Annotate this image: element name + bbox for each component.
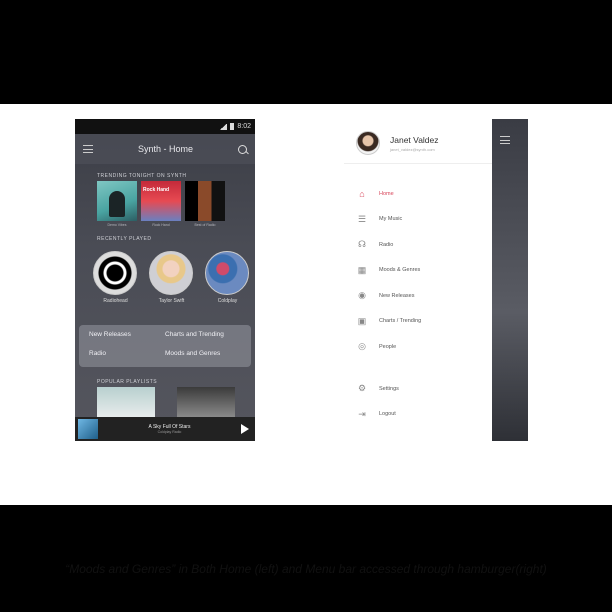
list-icon: ☰	[357, 213, 367, 224]
recently-played-label: RECENTLY PLAYED	[97, 236, 152, 242]
chart-icon: ▣	[357, 315, 367, 326]
status-time: 8:02	[237, 123, 251, 130]
menu-item-label: Settings	[379, 385, 399, 392]
home-nav-card: New Releases Charts and Trending Radio M…	[79, 325, 251, 367]
trending-carousel: Rock Hand	[97, 181, 225, 221]
gear-icon: ⚙	[357, 383, 367, 394]
trending-cover-2[interactable]: Rock Hand	[141, 181, 181, 221]
search-icon[interactable]	[238, 144, 247, 154]
artist-avatar	[93, 251, 137, 295]
dimmed-content[interactable]	[492, 119, 528, 441]
trending-caption: Best of Radio	[194, 223, 216, 227]
artist-name: Radiohead	[103, 298, 128, 304]
signal-icon	[219, 123, 228, 130]
menu-item-my-music[interactable]: ☰ My Music	[344, 207, 492, 233]
menu-item-label: Logout	[379, 411, 396, 418]
artist-item[interactable]: Radiohead	[93, 251, 138, 304]
popular-playlists-label: POPULAR PLAYLISTS	[97, 379, 158, 385]
menu-screen: Janet Valdez janet_valdez@synth.com ⌂ Hom…	[344, 119, 528, 441]
logout-icon: ⇥	[358, 408, 366, 419]
grid-icon: ▦	[357, 264, 367, 275]
slide: 8:02 Synth - Home TRENDING TONIGHT ON SY…	[0, 104, 612, 576]
trending-label: TRENDING TONIGHT ON SYNTH	[97, 173, 187, 179]
nav-drawer: Janet Valdez janet_valdez@synth.com ⌂ Hom…	[344, 119, 492, 441]
playlist-cover[interactable]	[177, 387, 235, 417]
home-screen: 8:02 Synth - Home TRENDING TONIGHT ON SY…	[75, 119, 255, 441]
popular-playlists	[97, 387, 235, 417]
drawer-bottom-menu: ⚙ Settings ⇥ Logout	[344, 376, 492, 427]
home-icon: ⌂	[359, 188, 365, 199]
playlist-cover[interactable]	[97, 387, 155, 417]
menu-item-moods-genres[interactable]: ▦ Moods & Genres	[344, 258, 492, 284]
menu-item-logout[interactable]: ⇥ Logout	[344, 402, 492, 428]
recent-artists: Radiohead Taylor Swift Coldplay	[93, 251, 250, 304]
now-playing-art	[78, 419, 98, 439]
menu-item-home[interactable]: ⌂ Home	[344, 181, 492, 207]
hamburger-menu-icon[interactable]	[83, 145, 93, 153]
trending-cover-3[interactable]	[185, 181, 225, 221]
trending-caption: Rock Hand	[152, 223, 170, 227]
artist-name: Coldplay	[217, 298, 238, 304]
menu-item-label: People	[379, 343, 397, 350]
artist-name: Taylor Swift	[158, 298, 185, 304]
nav-moods-genres[interactable]: Moods and Genres	[165, 350, 241, 361]
menu-item-new-releases[interactable]: ◉ New Releases	[344, 283, 492, 309]
artist-avatar	[205, 251, 249, 295]
battery-icon	[230, 123, 235, 130]
new-badge-icon: ◉	[358, 290, 366, 301]
menu-item-label: My Music	[379, 216, 403, 223]
menu-item-label: Radio	[379, 241, 394, 248]
menu-item-settings[interactable]: ⚙ Settings	[344, 376, 492, 402]
menu-item-charts-trending[interactable]: ▣ Charts / Trending	[344, 309, 492, 335]
trending-caption: Demo Vibes	[107, 223, 127, 227]
artist-avatar	[149, 251, 193, 295]
trending-captions: Demo Vibes Rock Hand Best of Radio	[97, 223, 225, 227]
menu-item-people[interactable]: ◎ People	[344, 334, 492, 360]
play-icon[interactable]	[241, 424, 249, 434]
menu-item-label: New Releases	[379, 292, 415, 299]
nav-charts-trending[interactable]: Charts and Trending	[165, 331, 241, 342]
user-name: Janet Valdez	[390, 134, 439, 145]
app-bar: Synth - Home	[75, 134, 255, 164]
drawer-menu: ⌂ Home ☰ My Music ☊ Radio ▦ Moods & Genres ◉ New …	[344, 181, 492, 360]
mini-player[interactable]: A Sky Full Of Stars Coldplay Radio	[75, 417, 255, 441]
hamburger-menu-icon[interactable]	[500, 136, 510, 144]
headphones-icon: ☊	[358, 239, 366, 250]
person-icon: ◎	[358, 341, 366, 352]
menu-item-label: Charts / Trending	[379, 318, 422, 325]
status-bar: 8:02	[75, 119, 255, 134]
nav-radio[interactable]: Radio	[89, 350, 165, 361]
app-title: Synth - Home	[137, 144, 194, 154]
menu-item-label: Moods & Genres	[379, 267, 421, 274]
menu-item-label: Home	[379, 190, 394, 197]
menu-item-radio[interactable]: ☊ Radio	[344, 232, 492, 258]
drawer-profile[interactable]: Janet Valdez janet_valdez@synth.com	[344, 119, 492, 164]
cover-title: Rock Hand	[143, 187, 170, 193]
artist-item[interactable]: Coldplay	[205, 251, 250, 304]
now-playing-subtitle: Coldplay Radio	[157, 430, 182, 434]
user-email: janet_valdez@synth.com	[390, 146, 435, 152]
avatar	[356, 131, 380, 155]
trending-cover-1[interactable]	[97, 181, 137, 221]
artist-item[interactable]: Taylor Swift	[149, 251, 194, 304]
figure-caption: “Moods and Genres” in Both Home (left) a…	[65, 562, 547, 576]
nav-new-releases[interactable]: New Releases	[89, 331, 165, 342]
